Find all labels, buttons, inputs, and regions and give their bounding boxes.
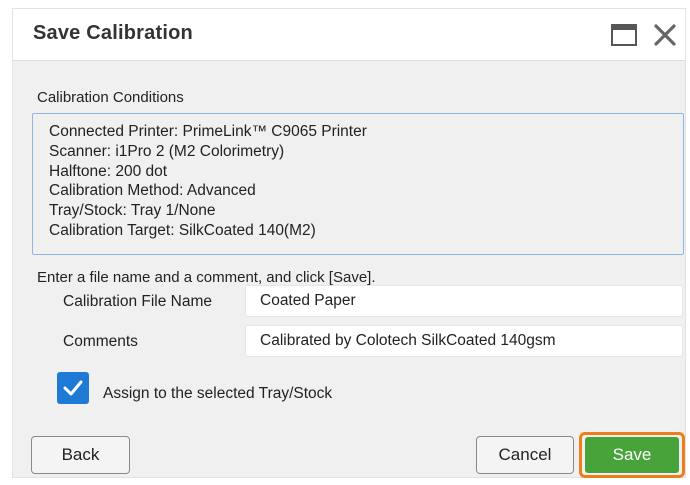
checkmark-icon bbox=[63, 380, 83, 396]
file-name-label: Calibration File Name bbox=[63, 293, 213, 310]
comments-label: Comments bbox=[63, 333, 138, 350]
save-button-highlight: Save bbox=[579, 432, 685, 478]
condition-line: Calibration Target: SilkCoated 140(M2) bbox=[49, 221, 316, 239]
comments-input[interactable] bbox=[245, 325, 683, 357]
condition-line: Scanner: i1Pro 2 (M2 Colorimetry) bbox=[49, 142, 285, 160]
assign-tray-label: Assign to the selected Tray/Stock bbox=[103, 385, 333, 402]
dialog-title: Save Calibration bbox=[33, 22, 193, 44]
calibration-conditions-box: Connected Printer: PrimeLink™ C9065 Prin… bbox=[32, 113, 684, 255]
file-name-input[interactable] bbox=[245, 285, 683, 317]
condition-line: Tray/Stock: Tray 1/None bbox=[49, 202, 216, 220]
assign-tray-checkbox[interactable] bbox=[57, 372, 89, 404]
calibration-conditions-label: Calibration Conditions bbox=[37, 89, 184, 106]
cancel-button[interactable]: Cancel bbox=[476, 436, 574, 474]
condition-line: Calibration Method: Advanced bbox=[49, 182, 256, 200]
condition-line: Halftone: 200 dot bbox=[49, 162, 168, 180]
window-icon[interactable] bbox=[610, 23, 638, 47]
save-calibration-dialog: Save Calibration Calibration Conditions … bbox=[12, 8, 686, 478]
instruction-text: Enter a file name and a comment, and cli… bbox=[37, 269, 376, 286]
title-bar: Save Calibration bbox=[13, 9, 685, 61]
back-button[interactable]: Back bbox=[31, 436, 130, 474]
condition-line: Connected Printer: PrimeLink™ C9065 Prin… bbox=[49, 123, 367, 140]
save-button[interactable]: Save bbox=[585, 437, 679, 473]
close-icon[interactable] bbox=[651, 21, 679, 49]
